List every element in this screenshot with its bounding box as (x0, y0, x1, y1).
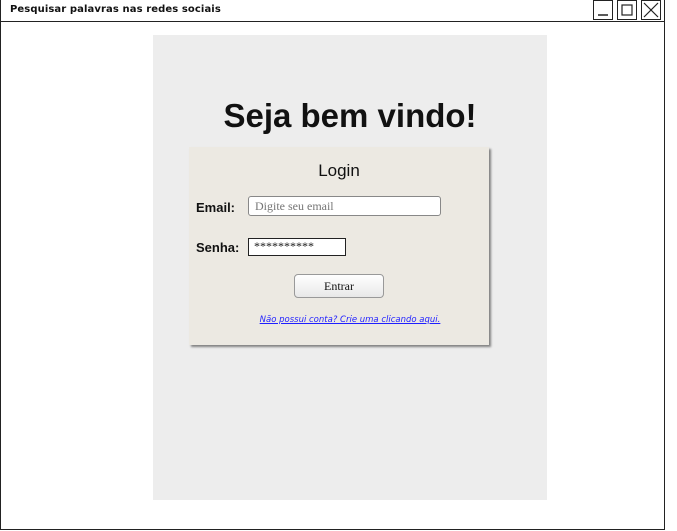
title-bar: Pesquisar palavras nas redes sociais (1, 0, 664, 22)
close-icon (643, 2, 659, 18)
minimize-icon (598, 14, 608, 16)
maximize-button[interactable] (617, 0, 637, 20)
maximize-icon (621, 4, 633, 16)
login-button[interactable]: Entrar (294, 274, 384, 298)
email-label: Email: (196, 200, 236, 215)
password-field[interactable]: ********** (248, 238, 346, 256)
welcome-heading: Seja bem vindo! (223, 97, 477, 134)
minimize-button[interactable] (593, 0, 613, 20)
window-title: Pesquisar palavras nas redes sociais (10, 4, 221, 15)
email-field[interactable] (248, 196, 441, 216)
close-button[interactable] (641, 0, 661, 20)
signup-link[interactable]: Não possui conta? Crie uma clicando aqui… (189, 315, 511, 325)
password-label: Senha: (196, 240, 240, 255)
login-title: Login (318, 161, 360, 180)
login-form: Login Email: Senha: ********** Entrar Nã… (189, 147, 489, 345)
